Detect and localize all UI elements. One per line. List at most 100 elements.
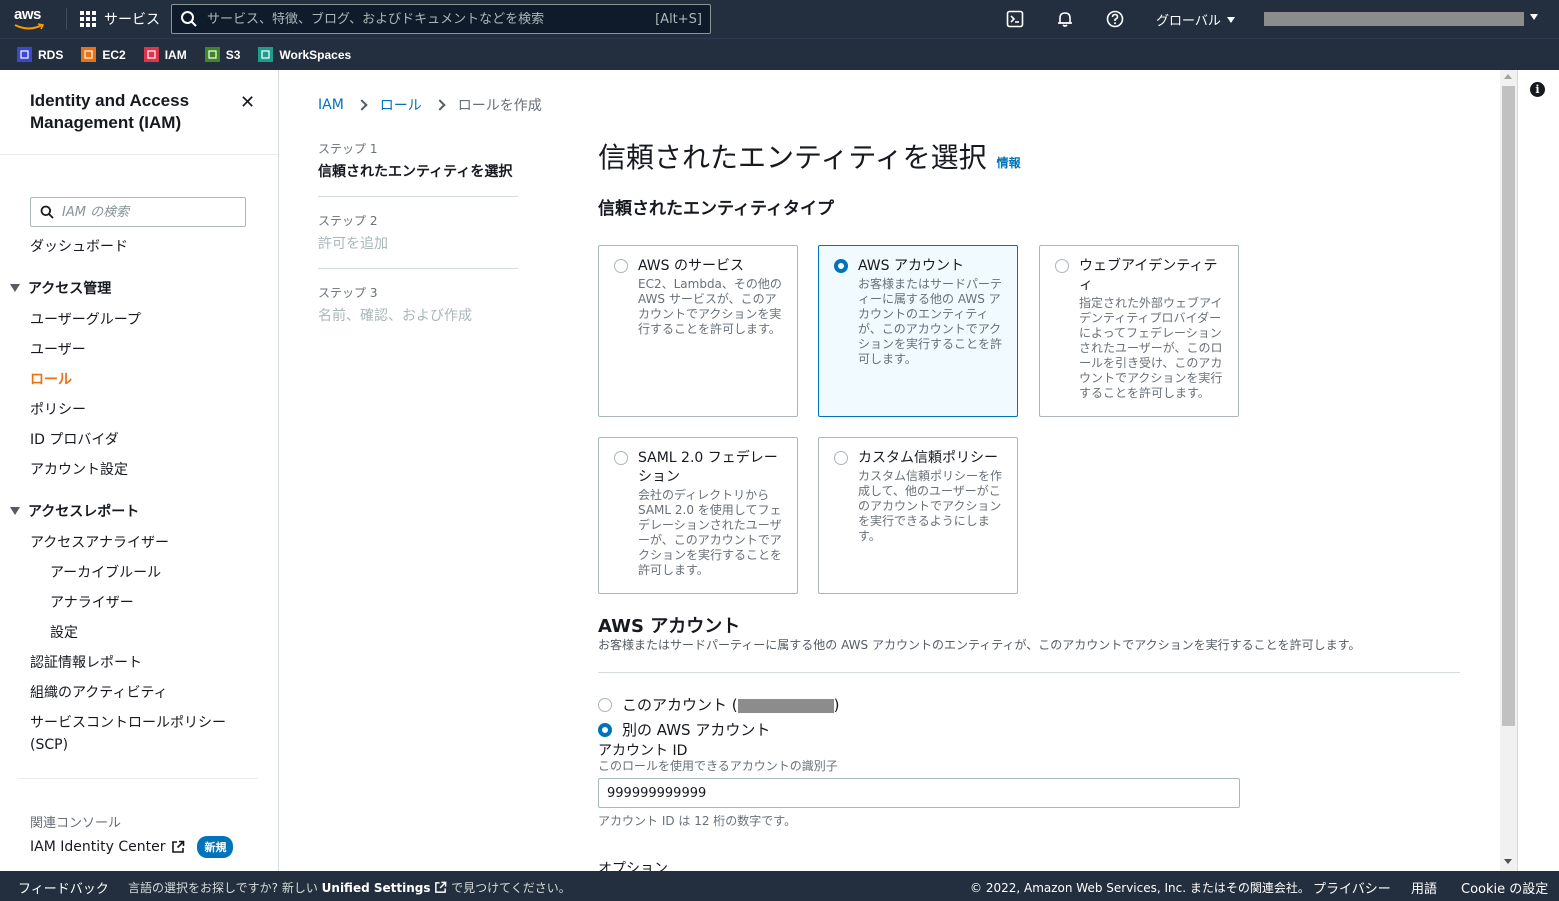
sidebar-item-account-settings[interactable]: アカウント設定 xyxy=(30,459,128,479)
redacted-account-id xyxy=(737,698,834,713)
section-label: アクセスレポート xyxy=(28,504,140,520)
tile-web-identity[interactable]: ウェブアイデンティティ 指定された外部ウェブアイデンティティプロバイダーによって… xyxy=(1039,245,1239,417)
sidebar-item-roles[interactable]: ロール xyxy=(30,369,72,389)
grid-icon xyxy=(80,11,96,27)
scroll-up-arrow-icon[interactable] xyxy=(1504,74,1512,79)
wizard-step-1: ステップ 1 信頼されたエンティティを選択 xyxy=(318,140,518,181)
copyright: © 2022, Amazon Web Services, Inc. またはその関… xyxy=(970,881,1310,895)
region-label: グローバル xyxy=(1156,14,1221,29)
region-selector[interactable]: グローバル xyxy=(1156,10,1235,29)
tile-aws-account[interactable]: AWS アカウント お客様またはサードパーティーに属する他の AWS アカウント… xyxy=(818,245,1018,417)
radio-button[interactable] xyxy=(598,697,612,712)
radio-button[interactable] xyxy=(614,451,628,465)
triangle-down-icon xyxy=(10,507,20,515)
search-icon xyxy=(181,11,197,27)
scrollbar-thumb[interactable] xyxy=(1502,86,1515,726)
tile-title: AWS のサービス xyxy=(638,258,744,274)
cookie-settings-link[interactable]: Cookie の設定 xyxy=(1461,878,1548,897)
close-icon[interactable]: ✕ xyxy=(240,92,255,113)
info-icon[interactable]: i xyxy=(1530,82,1545,97)
sidebar-item-access-analyzer[interactable]: アクセスアナライザー xyxy=(30,532,169,552)
sidebar-item-scp[interactable]: サービスコントロールポリシー (SCP) xyxy=(30,712,240,756)
sidebar-search[interactable] xyxy=(30,197,246,227)
external-link-icon xyxy=(435,881,447,893)
sidebar-item-archive-rules[interactable]: アーカイブルール xyxy=(50,562,161,582)
info-link[interactable]: 情報 xyxy=(997,154,1021,171)
services-menu-button[interactable]: サービス xyxy=(80,9,160,29)
sidebar-item-users[interactable]: ユーザー xyxy=(30,339,86,359)
cloudshell-icon[interactable] xyxy=(1005,9,1025,29)
terms-link[interactable]: 用語 xyxy=(1411,878,1437,897)
favorite-label: S3 xyxy=(225,47,241,62)
rds-icon xyxy=(17,47,32,62)
sidebar-item-credential-report[interactable]: 認証情報レポート xyxy=(30,652,142,672)
feedback-link[interactable]: フィードバック xyxy=(18,878,109,897)
sidebar-section-access-reports[interactable]: アクセスレポート xyxy=(10,501,139,521)
option-label: このアカウント () xyxy=(622,694,839,715)
aws-smile-icon xyxy=(14,23,44,30)
tile-custom-trust-policy[interactable]: カスタム信頼ポリシー カスタム信頼ポリシーを作成して、他のユーザーがこのアカウン… xyxy=(818,437,1018,594)
chevron-right-icon xyxy=(356,99,368,111)
sidebar-item-policies[interactable]: ポリシー xyxy=(30,399,86,419)
entity-type-heading: 信頼されたエンティティタイプ xyxy=(598,199,834,219)
breadcrumb-roles[interactable]: ロール xyxy=(380,95,422,115)
divider xyxy=(0,154,278,155)
new-badge: 新規 xyxy=(197,836,234,858)
identity-center-link[interactable]: IAM Identity Center 新規 xyxy=(30,836,234,858)
bell-icon[interactable] xyxy=(1055,9,1075,29)
favorite-iam[interactable]: IAM xyxy=(143,47,187,62)
radio-button-selected[interactable] xyxy=(834,259,848,273)
step-label: ステップ 1 xyxy=(318,142,378,156)
identity-center-label: IAM Identity Center xyxy=(30,839,166,855)
triangle-down-icon xyxy=(10,284,20,292)
aws-logo[interactable]: aws xyxy=(14,6,48,32)
language-prompt-text: 言語の選択をお探しですか? 新しい xyxy=(128,881,318,895)
sidebar-item-analyzer-settings[interactable]: 設定 xyxy=(50,622,78,642)
account-id-input[interactable] xyxy=(598,778,1240,808)
sidebar-item-analyzers[interactable]: アナライザー xyxy=(50,592,134,612)
radio-button[interactable] xyxy=(834,451,848,465)
tile-aws-service[interactable]: AWS のサービス EC2、Lambda、その他の AWS サービスが、このアカ… xyxy=(598,245,798,417)
radio-button[interactable] xyxy=(614,259,628,273)
global-search[interactable]: [Alt+S] xyxy=(171,4,711,34)
sidebar-item-organization-activity[interactable]: 組織のアクティビティ xyxy=(30,682,168,702)
favorite-s3[interactable]: S3 xyxy=(204,47,241,62)
tile-description: 指定された外部ウェブアイデンティティプロバイダーによってフェデレーションされたユ… xyxy=(1079,296,1223,400)
radio-button-selected[interactable] xyxy=(598,722,612,737)
option-this-account[interactable]: このアカウント () xyxy=(598,694,839,715)
sidebar-item-identity-providers[interactable]: ID プロバイダ xyxy=(30,429,119,449)
sidebar-section-access-management[interactable]: アクセス管理 xyxy=(10,278,111,298)
favorite-label: EC2 xyxy=(102,47,126,62)
aws-account-heading: AWS アカウント xyxy=(598,616,741,637)
favorite-rds[interactable]: RDS xyxy=(17,47,63,62)
option-this-account-close: ) xyxy=(833,696,840,714)
external-link-icon xyxy=(172,840,185,853)
language-prompt-suffix: で見つけてください。 xyxy=(451,881,571,895)
tile-saml-federation[interactable]: SAML 2.0 フェデレーション 会社のディレクトリから SAML 2.0 を… xyxy=(598,437,798,594)
sidebar-item-user-groups[interactable]: ユーザーグループ xyxy=(30,309,141,329)
breadcrumb: IAM ロール ロールを作成 xyxy=(318,95,542,115)
sidebar-search-input[interactable] xyxy=(62,204,222,220)
radio-button[interactable] xyxy=(1055,259,1069,273)
divider xyxy=(318,268,518,269)
scroll-down-arrow-icon[interactable] xyxy=(1504,859,1512,864)
account-id-description: このロールを使用できるアカウントの識別子 xyxy=(598,759,838,773)
favorite-label: RDS xyxy=(38,47,64,62)
account-menu-redacted[interactable] xyxy=(1264,12,1524,26)
step-name: 信頼されたエンティティを選択 xyxy=(318,164,513,180)
global-search-input[interactable] xyxy=(207,11,656,27)
aws-account-description: お客様またはサードパーティーに属する他の AWS アカウントのエンティティが、こ… xyxy=(598,638,1361,652)
privacy-link[interactable]: プライバシー xyxy=(1313,878,1391,897)
breadcrumb-iam[interactable]: IAM xyxy=(318,97,344,113)
option-other-account[interactable]: 別の AWS アカウント xyxy=(598,719,770,740)
page-title: 信頼されたエンティティを選択 情報 xyxy=(598,136,1021,176)
tile-description: カスタム信頼ポリシーを作成して、他のユーザーがこのアカウントでアクションを実行で… xyxy=(858,469,1003,543)
workspaces-icon xyxy=(258,47,274,62)
divider xyxy=(598,672,1460,673)
help-icon[interactable] xyxy=(1105,9,1125,29)
unified-settings-link[interactable]: Unified Settings xyxy=(322,881,431,895)
favorite-ec2[interactable]: EC2 xyxy=(81,47,126,62)
sidebar-item-dashboard[interactable]: ダッシュボード xyxy=(30,236,128,256)
favorite-workspaces[interactable]: WorkSpaces xyxy=(258,47,351,62)
caret-down-icon xyxy=(1226,16,1235,23)
